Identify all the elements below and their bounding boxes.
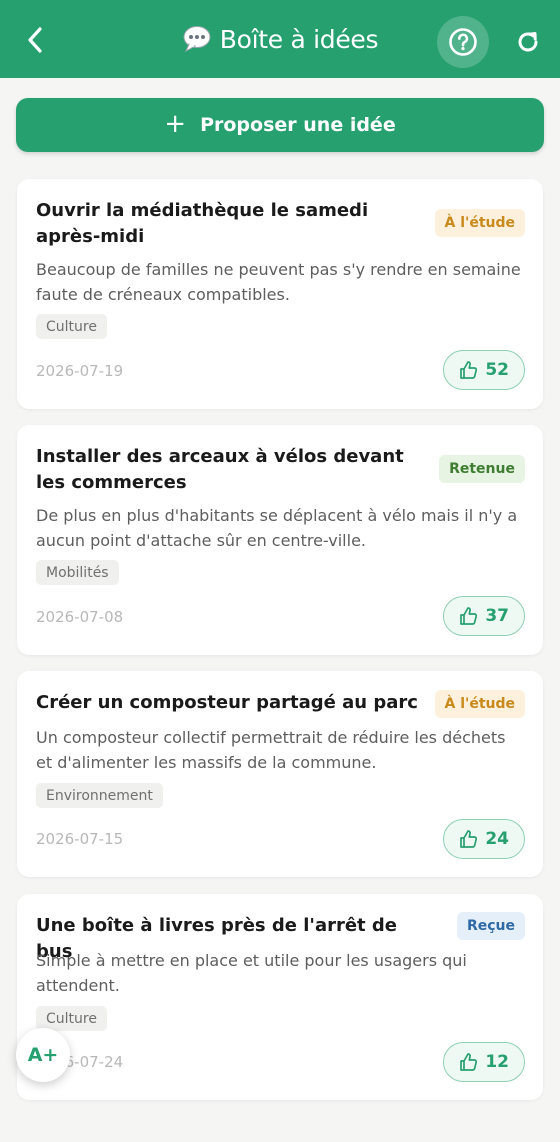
help-button[interactable] xyxy=(437,16,489,68)
question-circle-icon xyxy=(449,28,477,56)
thumbs-up-icon xyxy=(460,361,478,379)
idea-date: 2026-07-15 xyxy=(36,830,124,848)
propose-idea-label: Proposer une idée xyxy=(200,114,396,136)
idea-date: 2026-07-19 xyxy=(36,362,124,380)
status-badge: Retenue xyxy=(439,455,525,483)
app-bar: Boîte à idées xyxy=(0,0,560,78)
plus-icon: + xyxy=(164,108,187,139)
thumbs-up-icon xyxy=(460,1053,478,1071)
status-badge: Reçue xyxy=(456,912,525,940)
idea-card[interactable]: Créer un composteur partagé au parc À l'… xyxy=(17,671,543,877)
vote-button[interactable]: 12 xyxy=(443,1042,525,1082)
category-tag: Culture xyxy=(36,314,107,339)
thumbs-up-icon xyxy=(460,830,478,848)
idea-title: Ouvrir la médiathèque le samedi après-mi… xyxy=(36,200,369,247)
idea-card[interactable]: Installer des arceaux à vélos devant les… xyxy=(17,425,543,655)
vote-count: 37 xyxy=(485,606,509,626)
vote-count: 12 xyxy=(485,1052,509,1072)
idea-date: 2026-07-08 xyxy=(36,608,124,626)
page-title-text: Boîte à idées xyxy=(219,24,379,54)
idea-card[interactable]: Ouvrir la médiathèque le samedi après-mi… xyxy=(17,179,543,409)
speech-bubble-icon xyxy=(182,25,212,53)
idea-card[interactable]: Une boîte à livres près de l'arrêt de bu… xyxy=(17,894,543,1100)
chevron-left-icon xyxy=(28,27,42,53)
idea-description: De plus en plus d'habitants se déplacent… xyxy=(36,506,518,550)
vote-count: 52 xyxy=(485,360,509,380)
font-size-button[interactable]: A+ xyxy=(16,1028,70,1082)
status-badge: À l'étude xyxy=(434,209,525,237)
idea-description: Beaucoup de familles ne peuvent pas s'y … xyxy=(36,260,521,304)
status-badge: À l'étude xyxy=(434,690,525,718)
idea-description: Simple à mettre en place et utile pour l… xyxy=(36,951,467,995)
refresh-button[interactable] xyxy=(510,24,546,60)
category-tag: Mobilités xyxy=(36,560,119,585)
idea-title: Créer un composteur partagé au parc xyxy=(36,692,418,713)
vote-button[interactable]: 37 xyxy=(443,596,525,636)
vote-button[interactable]: 24 xyxy=(443,819,525,859)
back-button[interactable] xyxy=(18,22,54,58)
propose-idea-button[interactable]: + Proposer une idée xyxy=(16,98,544,152)
thumbs-up-icon xyxy=(460,607,478,625)
refresh-icon xyxy=(518,32,538,52)
vote-button[interactable]: 52 xyxy=(443,350,525,390)
idea-description: Un composteur collectif permettrait de r… xyxy=(36,728,506,772)
vote-count: 24 xyxy=(485,829,509,849)
category-tag: Environnement xyxy=(36,783,163,808)
idea-title: Installer des arceaux à vélos devant les… xyxy=(36,446,404,493)
